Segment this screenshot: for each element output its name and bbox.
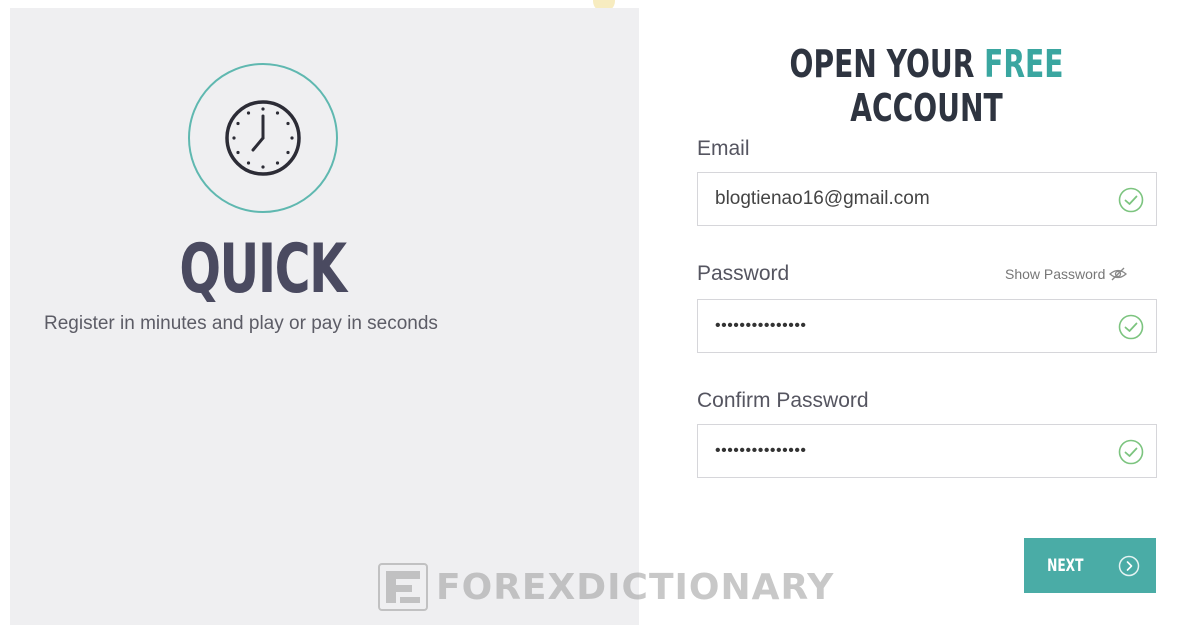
password-label: Password [697,262,790,285]
confirm-password-field[interactable]: ••••••••••••••• [697,424,1157,478]
signup-form: OPEN YOUR FREE ACCOUNT Email blogtienao1… [639,0,1201,625]
watermark: FOREXDICTIONARY [378,562,834,612]
email-label: Email [697,137,750,160]
confirm-password-label: Confirm Password [697,389,869,412]
feature-headline: QUICK [179,230,347,309]
show-password-label: Show Password [1005,266,1106,282]
chevron-right-circle-icon [1119,555,1140,576]
email-value: blogtienao16@gmail.com [715,188,930,209]
form-title-part2: ACCOUNT [850,86,1003,130]
password-field[interactable]: ••••••••••••••• [697,299,1157,353]
clock-ring [188,63,338,213]
check-circle-icon [1118,187,1144,213]
form-title-part1: OPEN YOUR [789,42,985,86]
check-circle-icon [1118,314,1144,340]
show-password-toggle[interactable]: Show Password [1005,266,1128,282]
next-button-label: NEXT [1046,555,1084,576]
eye-slash-icon [1109,267,1128,281]
check-circle-icon [1118,439,1144,465]
next-button[interactable]: NEXT [1024,538,1156,593]
password-value: ••••••••••••••• [715,317,807,334]
form-title: OPEN YOUR FREE ACCOUNT [714,42,1140,130]
email-field[interactable]: blogtienao16@gmail.com [697,172,1157,226]
clock-icon [225,100,301,176]
confirm-password-value: ••••••••••••••• [715,442,807,459]
feature-description: Register in minutes and play or pay in s… [44,313,438,334]
forexdictionary-logo-icon [378,563,428,611]
form-title-accent: FREE [984,42,1064,86]
registration-screen: QUICK Register in minutes and play or pa… [0,0,1201,625]
feature-panel: QUICK Register in minutes and play or pa… [10,8,639,625]
watermark-text: FOREXDICTIONARY [436,566,835,608]
